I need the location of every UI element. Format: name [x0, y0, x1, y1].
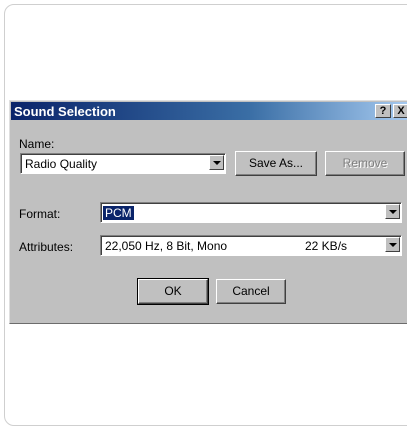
- remove-button[interactable]: Remove: [325, 151, 405, 176]
- name-dropdown-button[interactable]: [209, 155, 224, 170]
- save-as-button[interactable]: Save As...: [235, 151, 317, 176]
- format-label: Format:: [19, 207, 61, 221]
- format-combobox[interactable]: PCM: [100, 202, 402, 223]
- attributes-value: 22,050 Hz, 8 Bit, Mono: [105, 239, 228, 253]
- close-icon: X: [397, 105, 405, 117]
- name-combobox[interactable]: Radio Quality: [20, 153, 226, 174]
- attributes-combobox[interactable]: 22,050 Hz, 8 Bit, Mono 22 KB/s: [100, 235, 402, 256]
- format-dropdown-button[interactable]: [385, 204, 400, 219]
- close-button[interactable]: X: [393, 104, 407, 118]
- cancel-button[interactable]: Cancel: [216, 279, 286, 304]
- format-value: PCM: [103, 206, 134, 220]
- help-icon: ?: [379, 105, 387, 117]
- name-label: Name:: [19, 137, 55, 151]
- ok-button[interactable]: OK: [137, 278, 209, 305]
- attributes-dropdown-button[interactable]: [385, 237, 400, 252]
- dialog-title: Sound Selection: [14, 104, 116, 119]
- name-value: Radio Quality: [25, 157, 98, 171]
- attributes-label: Attributes:: [19, 240, 74, 254]
- title-bar[interactable]: Sound Selection ? X: [11, 102, 407, 120]
- attributes-rate: 22 KB/s: [305, 239, 348, 253]
- sound-selection-dialog: Sound Selection ? X Name: Radio Quality …: [9, 100, 407, 324]
- help-button[interactable]: ?: [375, 104, 391, 118]
